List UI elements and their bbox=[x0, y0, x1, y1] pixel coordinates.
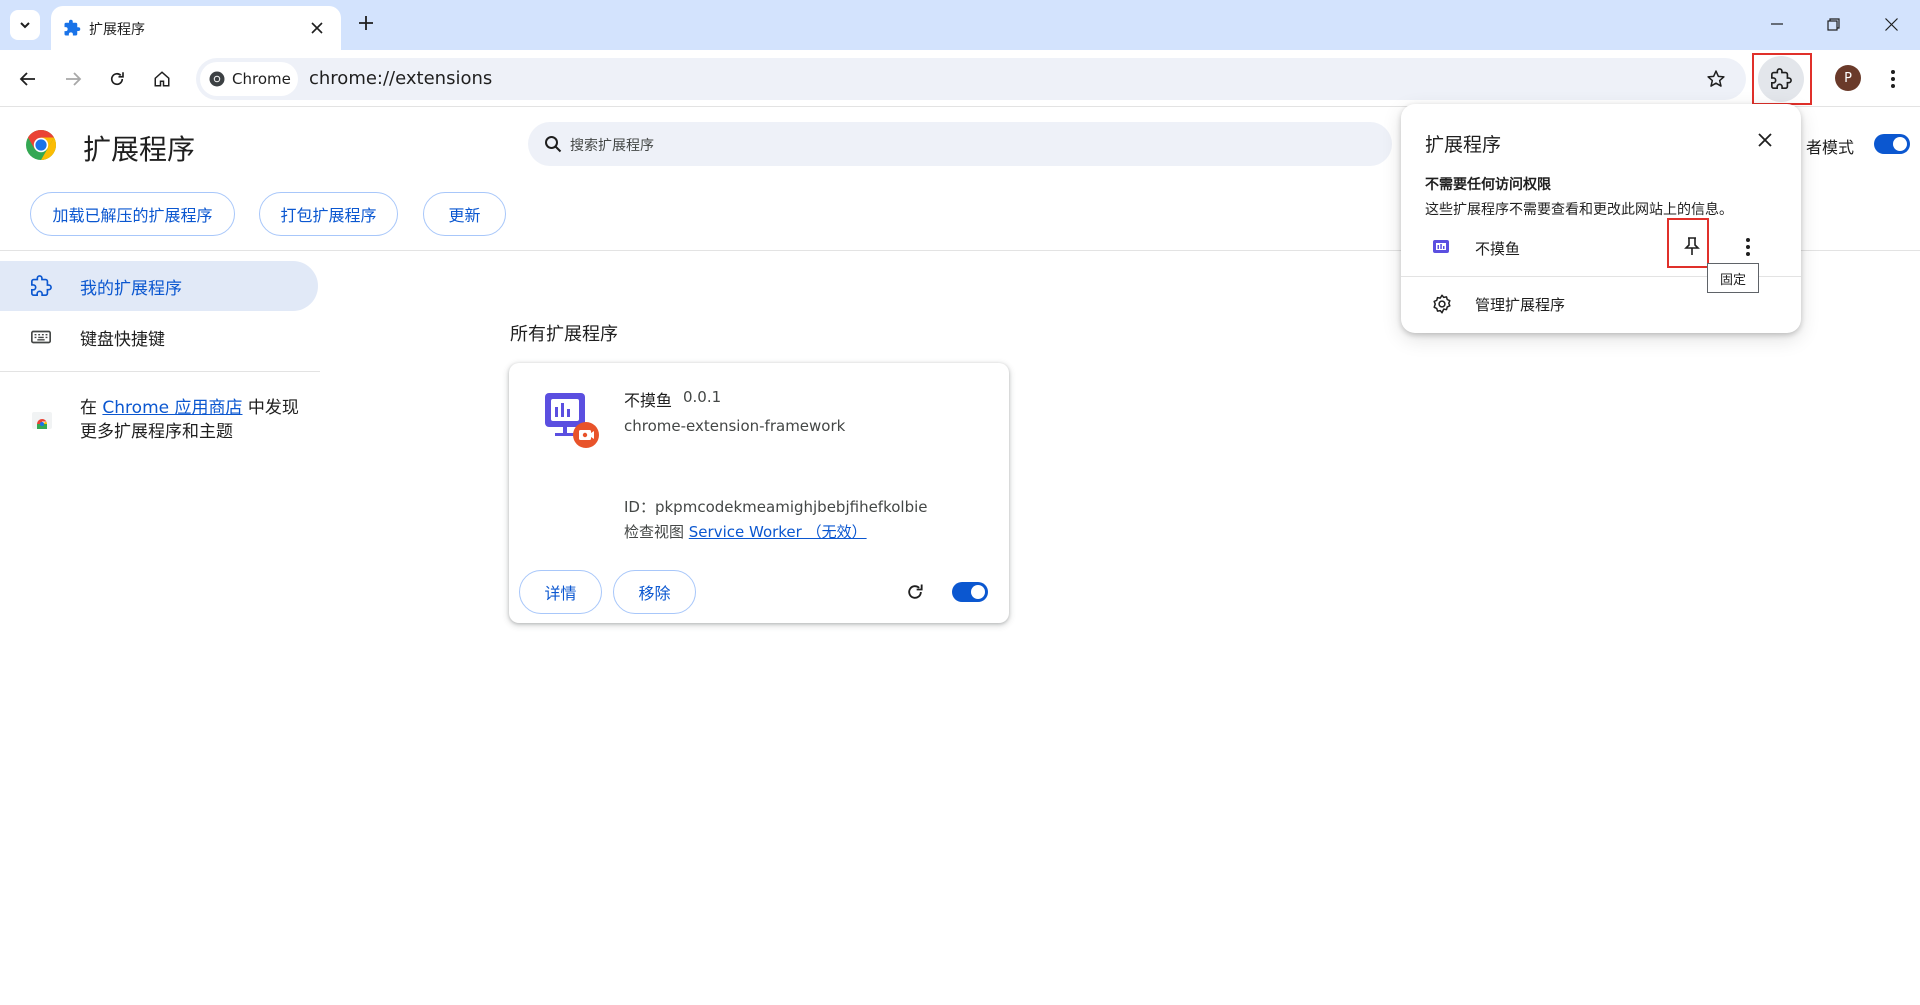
profile-avatar[interactable]: P bbox=[1835, 65, 1861, 91]
arrow-left-icon bbox=[19, 72, 35, 86]
extension-version: 0.0.1 bbox=[683, 388, 722, 406]
close-icon bbox=[1884, 17, 1898, 31]
forward-button[interactable] bbox=[56, 62, 90, 96]
more-vert-icon[interactable] bbox=[1746, 238, 1750, 256]
extension-card: 不摸鱼 0.0.1 chrome-extension-framework ID：… bbox=[509, 363, 1009, 623]
chrome-logo-icon bbox=[25, 129, 57, 161]
no-access-heading: 不需要任何访问权限 bbox=[1425, 177, 1551, 193]
close-tab-icon[interactable] bbox=[307, 18, 327, 38]
extension-enabled-toggle[interactable] bbox=[952, 582, 988, 602]
web-store-icon bbox=[30, 408, 54, 432]
inspect-views-label: 检查视图 bbox=[624, 523, 689, 541]
close-window-button[interactable] bbox=[1868, 6, 1914, 42]
arrow-right-icon bbox=[66, 72, 82, 86]
extensions-icon bbox=[30, 275, 52, 297]
web-store-promo: 在 Chrome 应用商店 中发现更多扩展程序和主题 bbox=[80, 396, 310, 444]
extension-icon bbox=[1432, 238, 1450, 256]
puzzle-icon bbox=[63, 19, 81, 37]
tab-extensions[interactable]: 扩展程序 bbox=[51, 6, 341, 50]
bookmark-star-icon[interactable] bbox=[1706, 69, 1726, 89]
sidebar-item-my-extensions[interactable]: 我的扩展程序 bbox=[0, 261, 318, 311]
keyboard-icon bbox=[30, 326, 52, 348]
search-icon bbox=[544, 135, 562, 153]
restore-icon bbox=[1826, 17, 1840, 31]
service-worker-link[interactable]: Service Worker （无效） bbox=[689, 523, 867, 541]
web-store-link[interactable]: Chrome 应用商店 bbox=[102, 398, 242, 418]
pack-extension-button[interactable]: 打包扩展程序 bbox=[259, 192, 398, 236]
extension-id: ID：pkpmcodekmeamighjbebjfihefkolbie bbox=[624, 498, 928, 516]
no-access-description: 这些扩展程序不需要查看和更改此网站上的信息。 bbox=[1425, 202, 1733, 218]
popup-close-button[interactable] bbox=[1751, 126, 1779, 154]
new-tab-button[interactable] bbox=[354, 11, 378, 35]
plus-icon bbox=[359, 16, 373, 30]
browser-toolbar: Chrome chrome://extensions P bbox=[0, 50, 1920, 107]
highlight-box bbox=[1667, 218, 1709, 268]
more-vert-icon bbox=[1891, 70, 1895, 88]
sidebar-item-keyboard-shortcuts[interactable]: 键盘快捷键 bbox=[0, 312, 318, 362]
highlight-box bbox=[1752, 53, 1812, 105]
chip-label: Chrome bbox=[232, 70, 291, 88]
home-icon bbox=[154, 71, 170, 87]
home-button[interactable] bbox=[145, 62, 179, 96]
update-button[interactable]: 更新 bbox=[423, 192, 506, 236]
minimize-button[interactable] bbox=[1754, 6, 1800, 42]
address-bar[interactable]: Chrome chrome://extensions bbox=[196, 58, 1746, 100]
restore-button[interactable] bbox=[1810, 6, 1856, 42]
load-unpacked-button[interactable]: 加载已解压的扩展程序 bbox=[30, 192, 235, 236]
extension-icon bbox=[543, 391, 603, 451]
tab-title: 扩展程序 bbox=[89, 22, 145, 38]
search-input[interactable]: 搜索扩展程序 bbox=[570, 135, 654, 155]
sidebar-divider bbox=[0, 371, 320, 372]
gear-icon bbox=[1432, 294, 1452, 314]
developer-mode-label: 者模式 bbox=[1806, 138, 1855, 157]
tab-strip: 扩展程序 bbox=[0, 0, 1920, 50]
close-icon bbox=[1758, 133, 1772, 147]
details-button[interactable]: 详情 bbox=[519, 570, 602, 614]
search-box[interactable]: 搜索扩展程序 bbox=[528, 122, 1392, 166]
sidebar-item-label: 我的扩展程序 bbox=[80, 278, 182, 299]
sidebar-item-label: 键盘快捷键 bbox=[80, 329, 165, 350]
minimize-icon bbox=[1771, 23, 1783, 25]
reload-extension-icon[interactable] bbox=[905, 582, 925, 602]
url-text[interactable]: chrome://extensions bbox=[309, 68, 492, 89]
manage-extensions-item[interactable]: 管理扩展程序 bbox=[1475, 294, 1565, 315]
extension-description: chrome-extension-framework bbox=[624, 417, 846, 435]
browser-menu-button[interactable] bbox=[1876, 62, 1910, 96]
reload-icon bbox=[110, 72, 124, 86]
chrome-icon bbox=[209, 71, 225, 87]
extensions-popup: 扩展程序 不需要任何访问权限 这些扩展程序不需要查看和更改此网站上的信息。 不摸… bbox=[1401, 104, 1801, 333]
extension-name: 不摸鱼 bbox=[624, 391, 673, 410]
chevron-down-icon bbox=[20, 22, 30, 29]
inspect-views: 检查视图 Service Worker （无效） bbox=[624, 521, 867, 542]
popup-title: 扩展程序 bbox=[1425, 134, 1502, 156]
site-info-chip[interactable]: Chrome bbox=[200, 62, 298, 96]
promo-prefix: 在 bbox=[80, 398, 103, 418]
section-title: 所有扩展程序 bbox=[510, 324, 618, 345]
back-button[interactable] bbox=[11, 62, 45, 96]
pin-tooltip: 固定 bbox=[1707, 263, 1759, 293]
popup-extension-name: 不摸鱼 bbox=[1475, 240, 1521, 258]
page-title: 扩展程序 bbox=[83, 133, 196, 166]
tab-search-button[interactable] bbox=[10, 10, 40, 40]
reload-button[interactable] bbox=[100, 62, 134, 96]
developer-mode-toggle[interactable] bbox=[1874, 134, 1910, 154]
remove-button[interactable]: 移除 bbox=[613, 570, 696, 614]
